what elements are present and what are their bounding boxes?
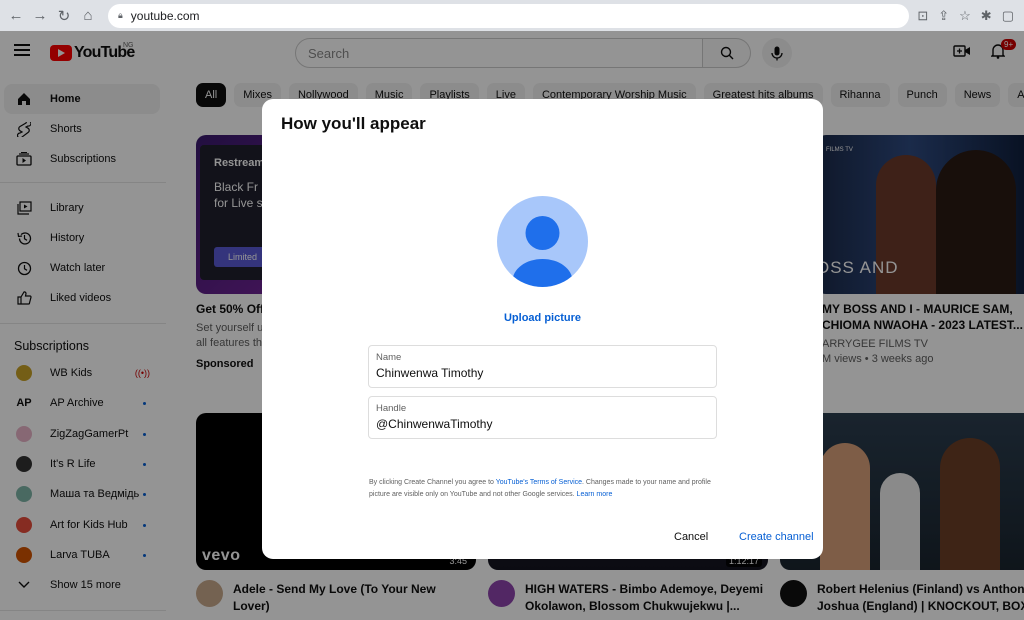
create-channel-button[interactable]: Create channel <box>739 531 814 543</box>
dialog-title: How you'll appear <box>281 114 426 133</box>
address-bar[interactable]: 🔒︎ youtube.com <box>108 3 910 28</box>
learn-more-link[interactable]: Learn more <box>577 491 613 498</box>
person-icon <box>512 216 573 287</box>
profile-avatar[interactable] <box>497 196 588 287</box>
handle-field[interactable]: Handle <box>368 396 717 439</box>
home-browser-icon[interactable]: ⌂ <box>78 6 98 26</box>
upload-picture-link[interactable]: Upload picture <box>262 312 823 324</box>
share-icon[interactable]: ⇪ <box>938 8 949 24</box>
handle-field-label: Handle <box>376 403 407 414</box>
back-icon[interactable]: ← <box>6 6 26 26</box>
name-field[interactable]: Name <box>368 345 717 388</box>
reload-icon[interactable]: ↻ <box>54 6 74 26</box>
window-icon[interactable]: ▢ <box>1002 8 1014 24</box>
name-input[interactable] <box>376 366 706 380</box>
create-channel-dialog: How you'll appear Upload picture Name Ha… <box>262 99 823 559</box>
bookmark-star-icon[interactable]: ☆ <box>959 8 971 24</box>
cancel-button[interactable]: Cancel <box>674 531 708 543</box>
terms-text: By clicking Create Channel you agree to … <box>369 477 719 501</box>
url-text: youtube.com <box>130 8 200 23</box>
handle-input[interactable] <box>376 417 706 431</box>
install-icon[interactable]: ⊡ <box>917 8 928 24</box>
extensions-icon[interactable]: ✱ <box>981 8 992 24</box>
terms-of-service-link[interactable]: YouTube's Terms of Service <box>496 479 582 486</box>
name-field-label: Name <box>376 352 402 363</box>
lock-icon: 🔒︎ <box>118 10 123 20</box>
terms-prefix: By clicking Create Channel you agree to <box>369 479 496 486</box>
forward-icon[interactable]: → <box>30 6 50 26</box>
browser-toolbar: ← → ↻ ⌂ 🔒︎ youtube.com ⊡ ⇪ ☆ ✱ ▢ <box>0 0 1024 31</box>
